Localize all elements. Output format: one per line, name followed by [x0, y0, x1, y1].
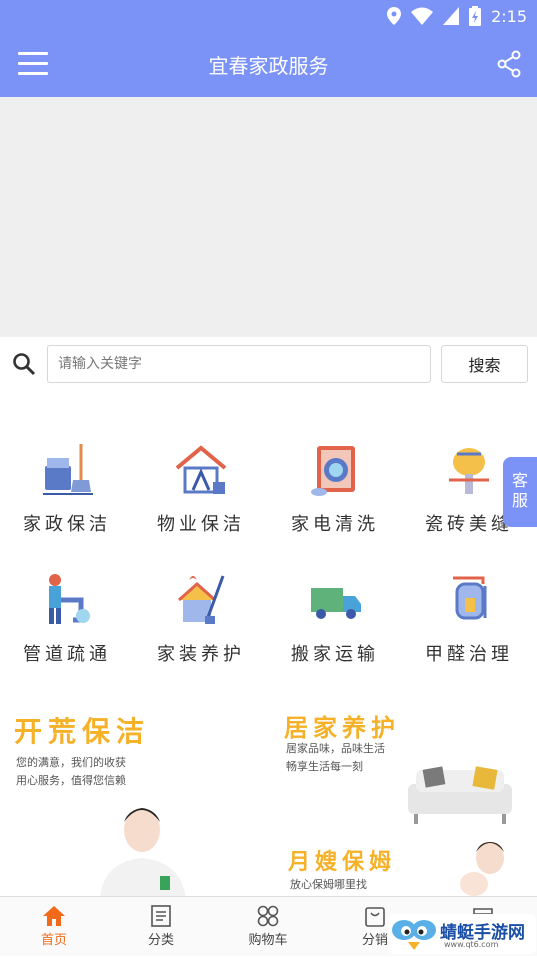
battery-icon [469, 6, 482, 26]
cleaning-bucket-icon [43, 444, 93, 495]
bag-icon [365, 907, 385, 927]
cleaner-woman-image [100, 808, 186, 896]
category-label: 家政保洁 [23, 514, 111, 535]
search-icon [13, 353, 36, 376]
promo-title: 开荒保洁 [14, 715, 151, 748]
signal-icon [443, 7, 460, 25]
category-item[interactable]: 家装养护 [134, 570, 268, 690]
share-icon[interactable] [497, 50, 521, 78]
tab-label: 分销 [361, 933, 388, 948]
tab-label: 购物车 [248, 933, 288, 948]
tab-label: 首页 [40, 933, 67, 948]
promo-card[interactable]: 开荒保洁 您的满意，我们的收获 用心服务，值得您信赖 [0, 700, 268, 896]
customer-service-button[interactable]: 客 服 [503, 457, 537, 527]
tile-grout-icon [449, 448, 489, 494]
tab-category[interactable]: 分类 [107, 897, 215, 957]
search-input[interactable] [47, 345, 431, 383]
house-care-icon [178, 575, 225, 624]
category-label: 搬家运输 [291, 644, 379, 665]
page-title: 宜春家政服务 [208, 54, 329, 78]
promo-title: 月嫂保姆 [288, 849, 397, 875]
wifi-icon [411, 7, 434, 25]
category-item[interactable]: 家政保洁 [0, 440, 134, 560]
category-label: 家装养护 [157, 644, 245, 665]
category-item[interactable]: 物业保洁 [134, 440, 268, 560]
promo-text: 您的满意，我们的收获 [16, 756, 126, 769]
banner-carousel[interactable] [0, 97, 537, 337]
category-icon [151, 905, 171, 927]
tab-home[interactable]: 首页 [0, 897, 108, 957]
promo-text: 用心服务，值得您信赖 [16, 774, 126, 787]
search-bar: 搜索 [0, 337, 537, 397]
watermark: 蜻蜓手游网 www.qt6.com [388, 914, 536, 954]
dragonfly-logo-icon [392, 920, 436, 950]
home-icon [43, 906, 65, 926]
status-time: 2:15 [491, 6, 527, 26]
tab-cart[interactable]: 购物车 [214, 897, 322, 957]
category-item[interactable]: 家电清洗 [268, 440, 402, 560]
property-house-icon [175, 445, 227, 494]
promo-text: 放心保姆哪里找 [290, 878, 367, 891]
status-bar: 2:15 [0, 0, 537, 32]
customer-service-label-1: 客 [511, 471, 528, 490]
sofa-image [408, 766, 512, 824]
cart-icon [257, 905, 279, 927]
promo-card[interactable]: 月嫂保姆 放心保姆哪里找 [268, 830, 537, 896]
pipe-unclog-icon [49, 574, 90, 624]
promo-text: 畅享生活每一刻 [286, 760, 363, 773]
promo-card[interactable]: 居家养护 居家品味，品味生活 畅享生活每一刻 [268, 700, 537, 830]
promo-section: 开荒保洁 您的满意，我们的收获 用心服务，值得您信赖 居家养护 居家品味，品味生… [0, 700, 537, 896]
app-bar: 宜春家政服务 [0, 32, 537, 97]
watermark-url: www.qt6.com [444, 940, 499, 949]
formaldehyde-icon [453, 576, 487, 620]
promo-title: 居家养护 [284, 713, 400, 742]
customer-service-label-2: 服 [511, 491, 528, 510]
category-item[interactable]: 甲醛治理 [402, 570, 536, 690]
tab-label: 分类 [147, 933, 174, 948]
category-label: 甲醛治理 [425, 644, 513, 665]
category-label: 家电清洗 [291, 514, 379, 535]
moving-truck-icon [311, 588, 361, 619]
nanny-baby-image [460, 842, 522, 896]
promo-text: 居家品味，品味生活 [286, 742, 385, 755]
category-label: 物业保洁 [157, 514, 245, 535]
washing-machine-icon [311, 446, 355, 496]
location-icon [387, 7, 402, 25]
category-label: 管道疏通 [23, 644, 111, 665]
category-item[interactable]: 搬家运输 [268, 570, 402, 690]
search-button[interactable]: 搜索 [441, 345, 528, 383]
category-item[interactable]: 管道疏通 [0, 570, 134, 690]
